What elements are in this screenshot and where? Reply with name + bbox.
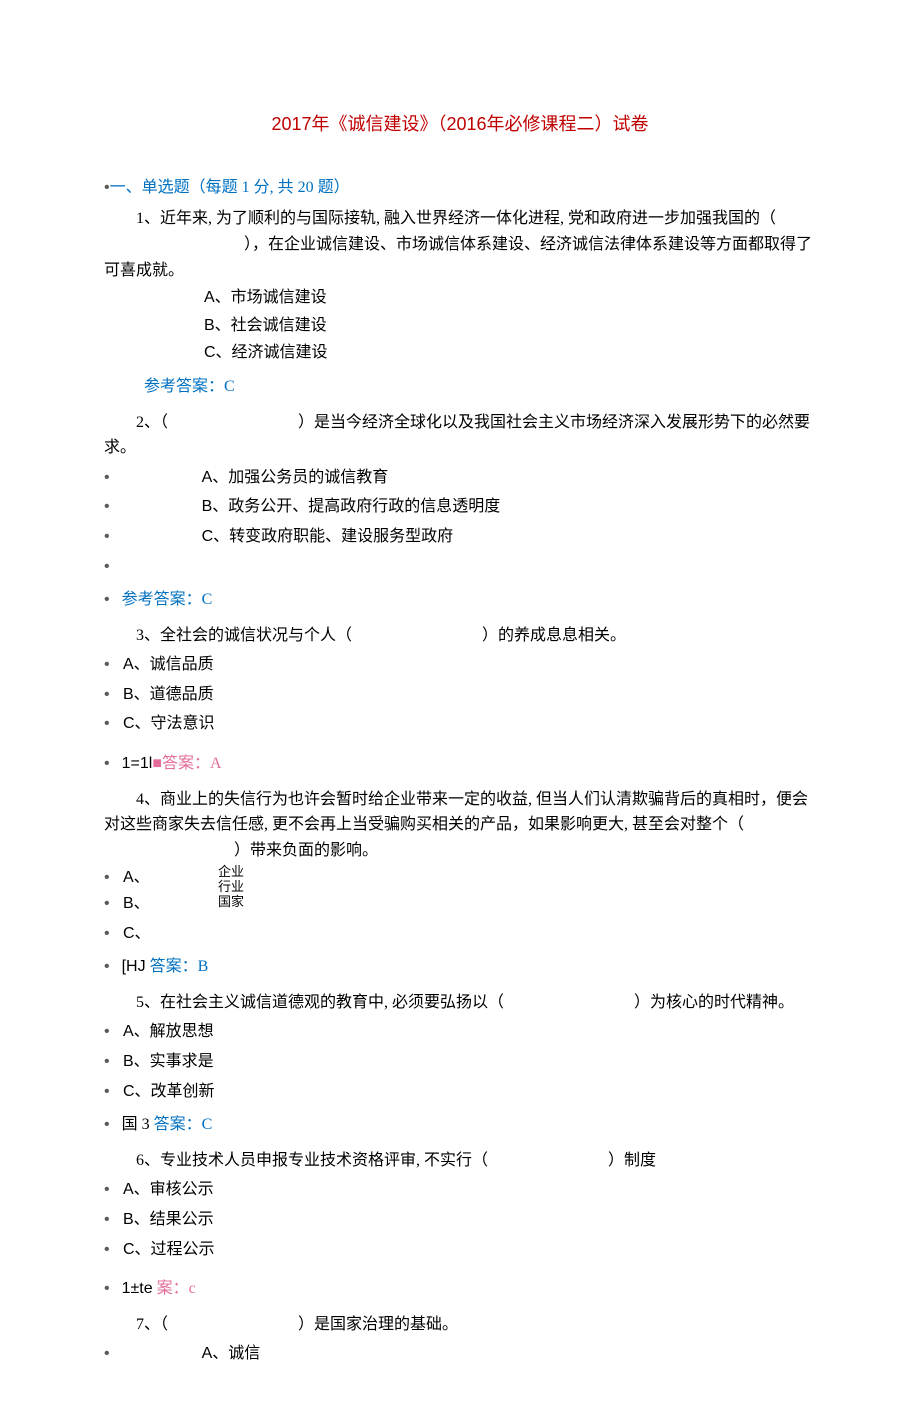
q3-option-b: • B、道德品质 [104, 682, 816, 708]
q1-option-a: A、市场诚信建设 [104, 285, 816, 311]
section-header-single-choice: •一、单选题（每题 1 分, 共 20 题） [104, 175, 816, 201]
q2-option-c: •C、转变政府职能、建设服务型政府 [104, 524, 816, 550]
q1-answer: 参考答案：C [104, 374, 816, 400]
q2-answer: • 参考答案：C [104, 587, 816, 613]
q4-option-b: B、 [123, 895, 150, 912]
q5-option-c: • C、改革创新 [104, 1079, 816, 1105]
q2-empty-bullet: • [104, 554, 816, 580]
q3-answer: • 1=1l■答案：A [104, 751, 816, 777]
q4-answer: • [HJ 答案：B [104, 954, 816, 980]
q6-answer: • 1±te 案：c [104, 1276, 816, 1302]
q4-option-c: • C、 [104, 921, 816, 947]
q4-label-enterprise: 企业 [218, 865, 244, 880]
q1-option-c: C、经济诚信建设 [104, 340, 816, 366]
page-title: 2017年《诚信建设》（2016年必修课程二）试卷 [104, 110, 816, 139]
q5-option-b: • B、实事求是 [104, 1049, 816, 1075]
q3-option-c: • C、守法意识 [104, 711, 816, 737]
q4-label-country: 国家 [218, 895, 244, 910]
q2-text: 2、（）是当今经济全球化以及我国社会主义市场经济深入发展形势下的必然要求。 [104, 410, 816, 461]
q1-option-b: B、社会诚信建设 [104, 313, 816, 339]
q3-option-a: • A、诚信品质 [104, 652, 816, 678]
q2-option-a: •A、加强公务员的诚信教育 [104, 465, 816, 491]
q5-text: 5、在社会主义诚信道德观的教育中, 必须要弘扬以（）为核心的时代精神。 [104, 990, 816, 1016]
q5-option-a: • A、解放思想 [104, 1019, 816, 1045]
q4-option-a: A、 [123, 869, 150, 886]
q7-text: 7、（）是国家治理的基础。 [104, 1312, 816, 1338]
q1-text: 1、近年来, 为了顺利的与国际接轨, 融入世界经济一体化进程, 党和政府进一步加… [104, 206, 816, 283]
q6-option-b: • B、结果公示 [104, 1207, 816, 1233]
q4-options-row: • A、 • B、 企业 行业 国家 [104, 865, 816, 916]
q4-label-industry: 行业 [218, 880, 244, 895]
q6-option-c: • C、过程公示 [104, 1237, 816, 1263]
q6-text: 6、专业技术人员申报专业技术资格评审, 不实行（）制度 [104, 1148, 816, 1174]
q4-text: 4、商业上的失信行为也许会暂时给企业带来一定的收益, 但当人们认清欺骗背后的真相… [104, 787, 816, 864]
q6-option-a: • A、审核公示 [104, 1177, 816, 1203]
q7-option-a: •A、诚信 [104, 1341, 816, 1367]
q5-answer: • 国 3 答案：C [104, 1112, 816, 1138]
q3-text: 3、全社会的诚信状况与个人（）的养成息息相关。 [104, 623, 816, 649]
q2-option-b: •B、政务公开、提高政府行政的信息透明度 [104, 494, 816, 520]
